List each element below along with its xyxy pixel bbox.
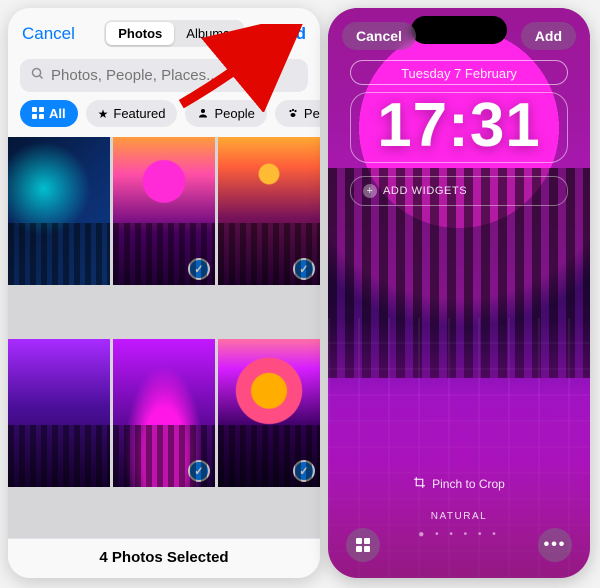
- photo-grid[interactable]: [8, 137, 320, 538]
- photo-thumb: [113, 137, 215, 285]
- filter-all-label: All: [49, 106, 66, 121]
- add-button[interactable]: Add: [273, 24, 306, 44]
- photo-cell[interactable]: [218, 137, 320, 285]
- person-icon: [197, 107, 209, 121]
- photos-albums-segmented[interactable]: Photos Albums: [104, 20, 243, 47]
- plus-icon: +: [363, 184, 377, 198]
- editor-top-bar: Cancel Add: [328, 22, 590, 50]
- photo-shuffle-button[interactable]: [346, 528, 380, 562]
- photo-cell[interactable]: [8, 137, 110, 285]
- lock-screen-time[interactable]: 17:31: [350, 92, 568, 163]
- filter-featured[interactable]: ★ Featured: [86, 100, 178, 127]
- selection-check-icon[interactable]: [188, 258, 210, 280]
- photo-cell[interactable]: [218, 339, 320, 487]
- search-field[interactable]: [20, 59, 308, 92]
- pinch-to-crop-hint: Pinch to Crop: [328, 476, 590, 492]
- add-widgets-button[interactable]: + ADD WIDGETS: [350, 176, 568, 206]
- more-options-button[interactable]: •••: [538, 528, 572, 562]
- grid-icon: [32, 107, 44, 121]
- editor-add-button[interactable]: Add: [521, 22, 576, 50]
- lock-screen-date[interactable]: Tuesday 7 February: [350, 60, 568, 85]
- ellipsis-icon: •••: [544, 536, 567, 554]
- photo-picker-phone: Cancel Photos Albums Add All ★ Feature: [8, 8, 320, 578]
- add-widgets-label: ADD WIDGETS: [383, 185, 467, 197]
- filter-pets-label: Pets: [304, 106, 320, 121]
- crop-icon: [413, 476, 426, 492]
- editor-cancel-button[interactable]: Cancel: [342, 22, 416, 50]
- filter-all[interactable]: All: [20, 100, 78, 127]
- selection-check-icon[interactable]: [293, 258, 315, 280]
- picker-top-bar: Cancel Photos Albums Add: [8, 8, 320, 53]
- photo-thumb: [218, 137, 320, 285]
- segment-albums[interactable]: Albums: [174, 22, 241, 45]
- filter-pets[interactable]: Pets: [275, 100, 320, 127]
- segment-photos[interactable]: Photos: [106, 22, 174, 45]
- grid-icon: [356, 538, 370, 552]
- search-icon: [30, 66, 45, 85]
- wallpaper-editor-phone: Cancel Add Tuesday 7 February 17:31 + AD…: [328, 8, 590, 578]
- search-input[interactable]: [51, 67, 298, 84]
- selection-check-icon[interactable]: [293, 460, 315, 482]
- photo-thumb: [8, 137, 110, 285]
- photo-cell[interactable]: [113, 137, 215, 285]
- photo-thumb: [218, 339, 320, 487]
- filter-chips-row[interactable]: All ★ Featured People Pets: [8, 100, 320, 137]
- filter-featured-label: Featured: [113, 106, 165, 121]
- cancel-button[interactable]: Cancel: [22, 24, 75, 44]
- filter-people[interactable]: People: [185, 100, 266, 127]
- selection-check-icon[interactable]: [188, 460, 210, 482]
- photo-cell[interactable]: [113, 339, 215, 487]
- selection-count: 4 Photos Selected: [8, 538, 320, 578]
- photo-thumb: [113, 339, 215, 487]
- photo-cell[interactable]: [8, 339, 110, 487]
- star-icon: ★: [98, 108, 109, 120]
- filter-people-label: People: [214, 106, 254, 121]
- pinch-label: Pinch to Crop: [432, 477, 505, 491]
- paw-icon: [287, 107, 299, 121]
- color-style-label[interactable]: NATURAL: [328, 511, 590, 522]
- photo-thumb: [8, 339, 110, 487]
